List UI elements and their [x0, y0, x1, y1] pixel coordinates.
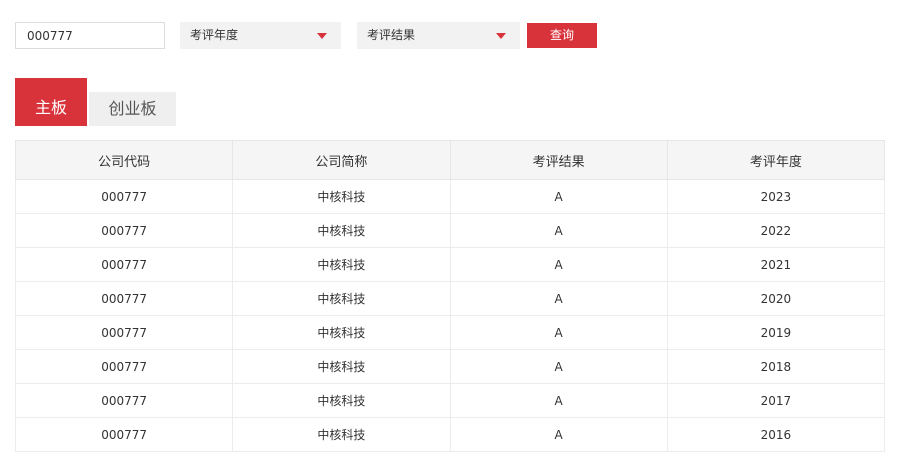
query-button[interactable]: 查询	[527, 23, 597, 48]
cell-result: A	[449, 179, 668, 214]
cell-company-name: 中核科技	[232, 417, 451, 452]
cell-result: A	[449, 315, 668, 350]
cell-result: A	[449, 417, 668, 452]
header-year[interactable]: 考评年度	[666, 140, 886, 180]
table-row: 000777 中核科技 A 2021	[14, 247, 886, 282]
cell-result: A	[449, 383, 668, 418]
cell-year: 2017	[666, 383, 886, 418]
table-row: 000777 中核科技 A 2016	[14, 417, 886, 452]
caret-down-icon	[317, 33, 327, 39]
table-row: 000777 中核科技 A 2017	[14, 383, 886, 418]
table-row: 000777 中核科技 A 2022	[14, 213, 886, 248]
cell-company-code: 000777	[14, 349, 234, 384]
header-company-name[interactable]: 公司简称	[232, 140, 451, 180]
year-select-label: 考评年度	[190, 28, 239, 42]
cell-year: 2018	[666, 349, 886, 384]
header-result[interactable]: 考评结果	[449, 140, 668, 180]
cell-year: 2023	[666, 179, 886, 214]
cell-result: A	[449, 281, 668, 316]
tab-main-board[interactable]: 主板	[15, 78, 87, 126]
cell-company-code: 000777	[14, 315, 234, 350]
cell-company-code: 000777	[14, 247, 234, 282]
cell-company-name: 中核科技	[232, 349, 451, 384]
cell-year: 2022	[666, 213, 886, 248]
table-row: 000777 中核科技 A 2019	[14, 315, 886, 350]
cell-company-name: 中核科技	[232, 213, 451, 248]
results-table: 公司代码 公司简称 考评结果 考评年度 000777 中核科技 A 2023 0…	[14, 140, 886, 452]
cell-company-code: 000777	[14, 383, 234, 418]
cell-year: 2020	[666, 281, 886, 316]
result-select-label: 考评结果	[367, 28, 416, 42]
cell-year: 2016	[666, 417, 886, 452]
result-select[interactable]: 考评结果	[357, 22, 520, 49]
cell-result: A	[449, 247, 668, 282]
cell-company-name: 中核科技	[232, 179, 451, 214]
tab-chinext[interactable]: 创业板	[89, 92, 176, 126]
cell-year: 2021	[666, 247, 886, 282]
cell-company-code: 000777	[14, 179, 234, 214]
cell-company-name: 中核科技	[232, 383, 451, 418]
cell-result: A	[449, 349, 668, 384]
table-row: 000777 中核科技 A 2023	[14, 179, 886, 214]
cell-company-name: 中核科技	[232, 247, 451, 282]
cell-company-code: 000777	[14, 281, 234, 316]
cell-company-code: 000777	[14, 213, 234, 248]
table-row: 000777 中核科技 A 2018	[14, 349, 886, 384]
caret-down-icon	[496, 33, 506, 39]
cell-result: A	[449, 213, 668, 248]
cell-company-name: 中核科技	[232, 315, 451, 350]
company-code-input[interactable]	[15, 22, 165, 49]
year-select[interactable]: 考评年度	[180, 22, 341, 49]
cell-company-name: 中核科技	[232, 281, 451, 316]
header-company-code[interactable]: 公司代码	[14, 140, 234, 180]
table-row: 000777 中核科技 A 2020	[14, 281, 886, 316]
page: 考评年度 考评结果 查询 主板 创业板 公司代码 公司简称 考评结果 考评年度	[0, 0, 904, 456]
table-header-row: 公司代码 公司简称 考评结果 考评年度	[14, 140, 886, 180]
cell-company-code: 000777	[14, 417, 234, 452]
cell-year: 2019	[666, 315, 886, 350]
